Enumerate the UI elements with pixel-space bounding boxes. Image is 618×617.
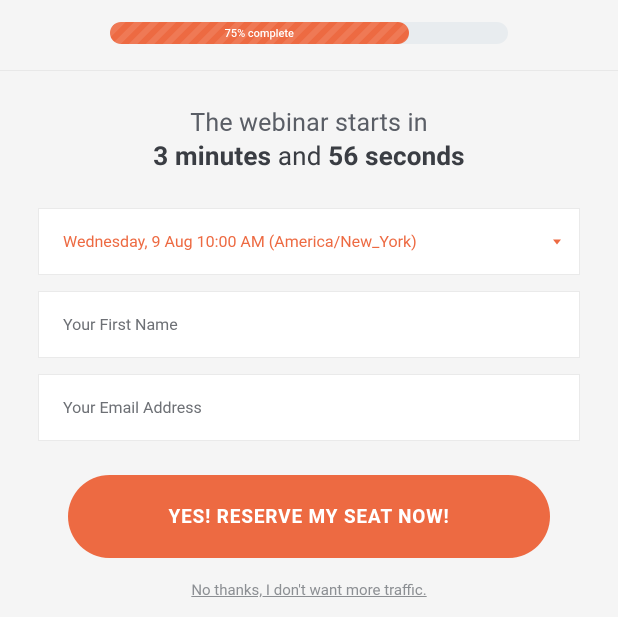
cta-section: YES! RESERVE MY SEAT NOW! No thanks, I d… (38, 475, 580, 599)
session-select-value: Wednesday, 9 Aug 10:00 AM (America/New_Y… (39, 209, 579, 274)
progress-text: 75% complete (225, 27, 294, 40)
reserve-seat-button[interactable]: YES! RESERVE MY SEAT NOW! (68, 475, 550, 558)
session-select[interactable]: Wednesday, 9 Aug 10:00 AM (America/New_Y… (38, 208, 580, 275)
countdown-minutes: 3 minutes (153, 142, 271, 172)
progress-bar: 75% complete (110, 22, 508, 44)
no-thanks-wrapper: No thanks, I don't want more traffic. (68, 580, 550, 599)
progress-header: 75% complete (0, 0, 618, 71)
countdown-seconds: 56 seconds (328, 142, 464, 172)
no-thanks-link[interactable]: No thanks, I don't want more traffic. (191, 581, 426, 599)
email-group (38, 374, 580, 441)
countdown-heading: The webinar starts in 3 minutes and 56 s… (38, 109, 580, 172)
email-input[interactable] (38, 374, 580, 441)
first-name-input[interactable] (38, 291, 580, 358)
session-select-group: Wednesday, 9 Aug 10:00 AM (America/New_Y… (38, 208, 580, 275)
heading-line2: 3 minutes and 56 seconds (38, 142, 580, 172)
content-area: The webinar starts in 3 minutes and 56 s… (0, 71, 618, 599)
countdown-and: and (271, 142, 328, 172)
progress-bar-fill: 75% complete (110, 22, 409, 44)
first-name-group (38, 291, 580, 358)
heading-line1: The webinar starts in (38, 109, 580, 138)
